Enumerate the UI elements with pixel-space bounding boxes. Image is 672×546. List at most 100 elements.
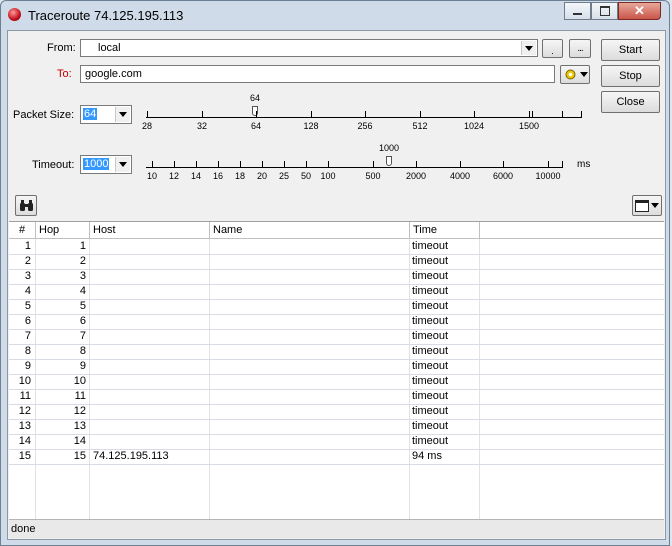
timeout-slider-tick-label: 12 (168, 171, 180, 181)
table-row[interactable]: 11 11 timeout (9, 389, 664, 405)
cell-row-number: 15 (18, 450, 31, 462)
cell-time: timeout (412, 345, 449, 357)
table-row[interactable]: 5 5 timeout (9, 299, 664, 315)
from-small-button[interactable]: . (542, 39, 563, 58)
column-header-time[interactable]: Time (410, 222, 480, 238)
column-header-hop[interactable]: Hop (36, 222, 90, 238)
packet-slider-value-label: 64 (249, 93, 261, 103)
cell-name (213, 404, 409, 419)
table-header: # Hop Host Name Time (9, 222, 664, 239)
window-title: Traceroute 74.125.195.113 (28, 8, 184, 23)
close-button[interactable]: Close (601, 91, 660, 113)
table-row[interactable]: 6 6 timeout (9, 314, 664, 330)
cell-host: 74.125.195.113 (93, 450, 169, 462)
packet-slider-tick (420, 111, 421, 117)
table-row[interactable]: 8 8 timeout (9, 344, 664, 360)
from-browse-button[interactable]: ... (569, 39, 591, 58)
table-row[interactable]: 15 15 74.125.195.113 94 ms (9, 449, 664, 465)
to-value: google.com (85, 68, 142, 80)
packet-slider-tick-label: 28 (141, 121, 153, 131)
packet-size-select[interactable]: 64 (80, 105, 132, 124)
timeout-slider-tick (416, 161, 417, 167)
cell-hop-number: 14 (73, 435, 86, 447)
packet-size-value: 64 (83, 108, 98, 120)
app-icon (8, 8, 21, 21)
table-row[interactable]: 2 2 timeout (9, 254, 664, 270)
table-row[interactable]: 13 13 timeout (9, 419, 664, 435)
timeout-slider-thumb[interactable] (386, 156, 392, 166)
table-row[interactable]: 12 12 timeout (9, 404, 664, 420)
timeout-value: 1000 (83, 158, 110, 170)
table-row[interactable]: 10 10 timeout (9, 374, 664, 390)
packet-slider-tick (562, 111, 563, 117)
packet-slider-tick-label: 128 (303, 121, 319, 131)
cell-time: timeout (412, 435, 449, 447)
binoculars-icon (19, 199, 33, 211)
from-dropdown-button[interactable] (521, 41, 536, 55)
cell-row-number: 9 (24, 360, 31, 372)
table-row[interactable]: 3 3 timeout (9, 269, 664, 285)
columns-menu-button[interactable] (632, 195, 662, 216)
maximize-button[interactable] (591, 2, 618, 20)
table-row[interactable]: 1 1 timeout (9, 239, 664, 255)
cell-time: timeout (412, 405, 449, 417)
timeout-slider-tick (218, 161, 219, 167)
cell-time: timeout (412, 240, 449, 252)
timeout-slider-tick-label: 10 (146, 171, 158, 181)
cell-time: timeout (412, 330, 449, 342)
cell-host (93, 419, 209, 434)
packet-slider-tick (532, 111, 533, 117)
timeout-select[interactable]: 1000 (80, 155, 132, 174)
stop-button-label: Stop (619, 70, 642, 82)
cell-name (213, 254, 409, 269)
from-label: From: (47, 42, 76, 54)
title-bar[interactable]: Traceroute 74.125.195.113 ✕ (1, 1, 669, 28)
cell-hop-number: 4 (79, 285, 86, 297)
packet-slider-tick (311, 111, 312, 117)
minimize-icon (573, 13, 582, 15)
cell-name (213, 299, 409, 314)
cell-row-number: 8 (24, 345, 31, 357)
table-row[interactable]: 4 4 timeout (9, 284, 664, 300)
timeout-slider-tick-label: 10000 (535, 171, 561, 181)
table-row[interactable]: 14 14 timeout (9, 434, 664, 450)
column-header-host[interactable]: Host (90, 222, 210, 238)
from-select[interactable]: local (80, 39, 538, 57)
packet-slider-thumb[interactable] (252, 106, 258, 116)
timeout-dropdown-button[interactable] (115, 157, 130, 172)
find-button[interactable] (15, 195, 37, 216)
packet-size-dropdown-button[interactable] (115, 107, 130, 122)
gear-icon (565, 69, 576, 80)
timeout-slider[interactable]: 1000 10 12 14 16 18 20 25 50 100 500 2000 4000 6000 1… (146, 143, 563, 188)
hops-table: # Hop Host Name Time 1 1 timeout 2 2 timeout 3… (9, 221, 664, 519)
table-row[interactable]: 9 9 timeout (9, 359, 664, 375)
cell-hop-number: 11 (74, 390, 86, 402)
packet-slider-tick (256, 111, 257, 117)
column-header-name[interactable]: Name (210, 222, 410, 238)
packet-slider-tick-label: 32 (196, 121, 208, 131)
timeout-slider-tick (503, 161, 504, 167)
cell-hop-number: 13 (73, 420, 86, 432)
column-header-number[interactable]: # (9, 222, 36, 238)
minimize-button[interactable] (564, 2, 591, 20)
packet-slider-tick-label: 64 (250, 121, 262, 131)
close-window-button[interactable]: ✕ (618, 2, 661, 20)
table-row[interactable]: 7 7 timeout (9, 329, 664, 345)
packet-size-slider[interactable]: 64 28 32 64 128 256 512 1024 1500 (142, 91, 582, 136)
cell-name (213, 374, 409, 389)
cell-name (213, 449, 409, 464)
cell-time: timeout (412, 255, 449, 267)
cell-row-number: 6 (24, 315, 31, 327)
packet-slider-tick (474, 111, 475, 117)
cell-host (93, 344, 209, 359)
cell-row-number: 10 (18, 375, 31, 387)
stop-button[interactable]: Stop (601, 65, 660, 87)
to-options-button[interactable] (560, 65, 590, 84)
start-button[interactable]: Start (601, 39, 660, 61)
timeout-slider-tick-label: 2000 (405, 171, 427, 181)
to-input[interactable]: google.com (80, 65, 555, 83)
window-icon (635, 199, 649, 212)
cell-name (213, 239, 409, 254)
cell-row-number: 7 (24, 330, 31, 342)
cell-time: timeout (412, 300, 449, 312)
